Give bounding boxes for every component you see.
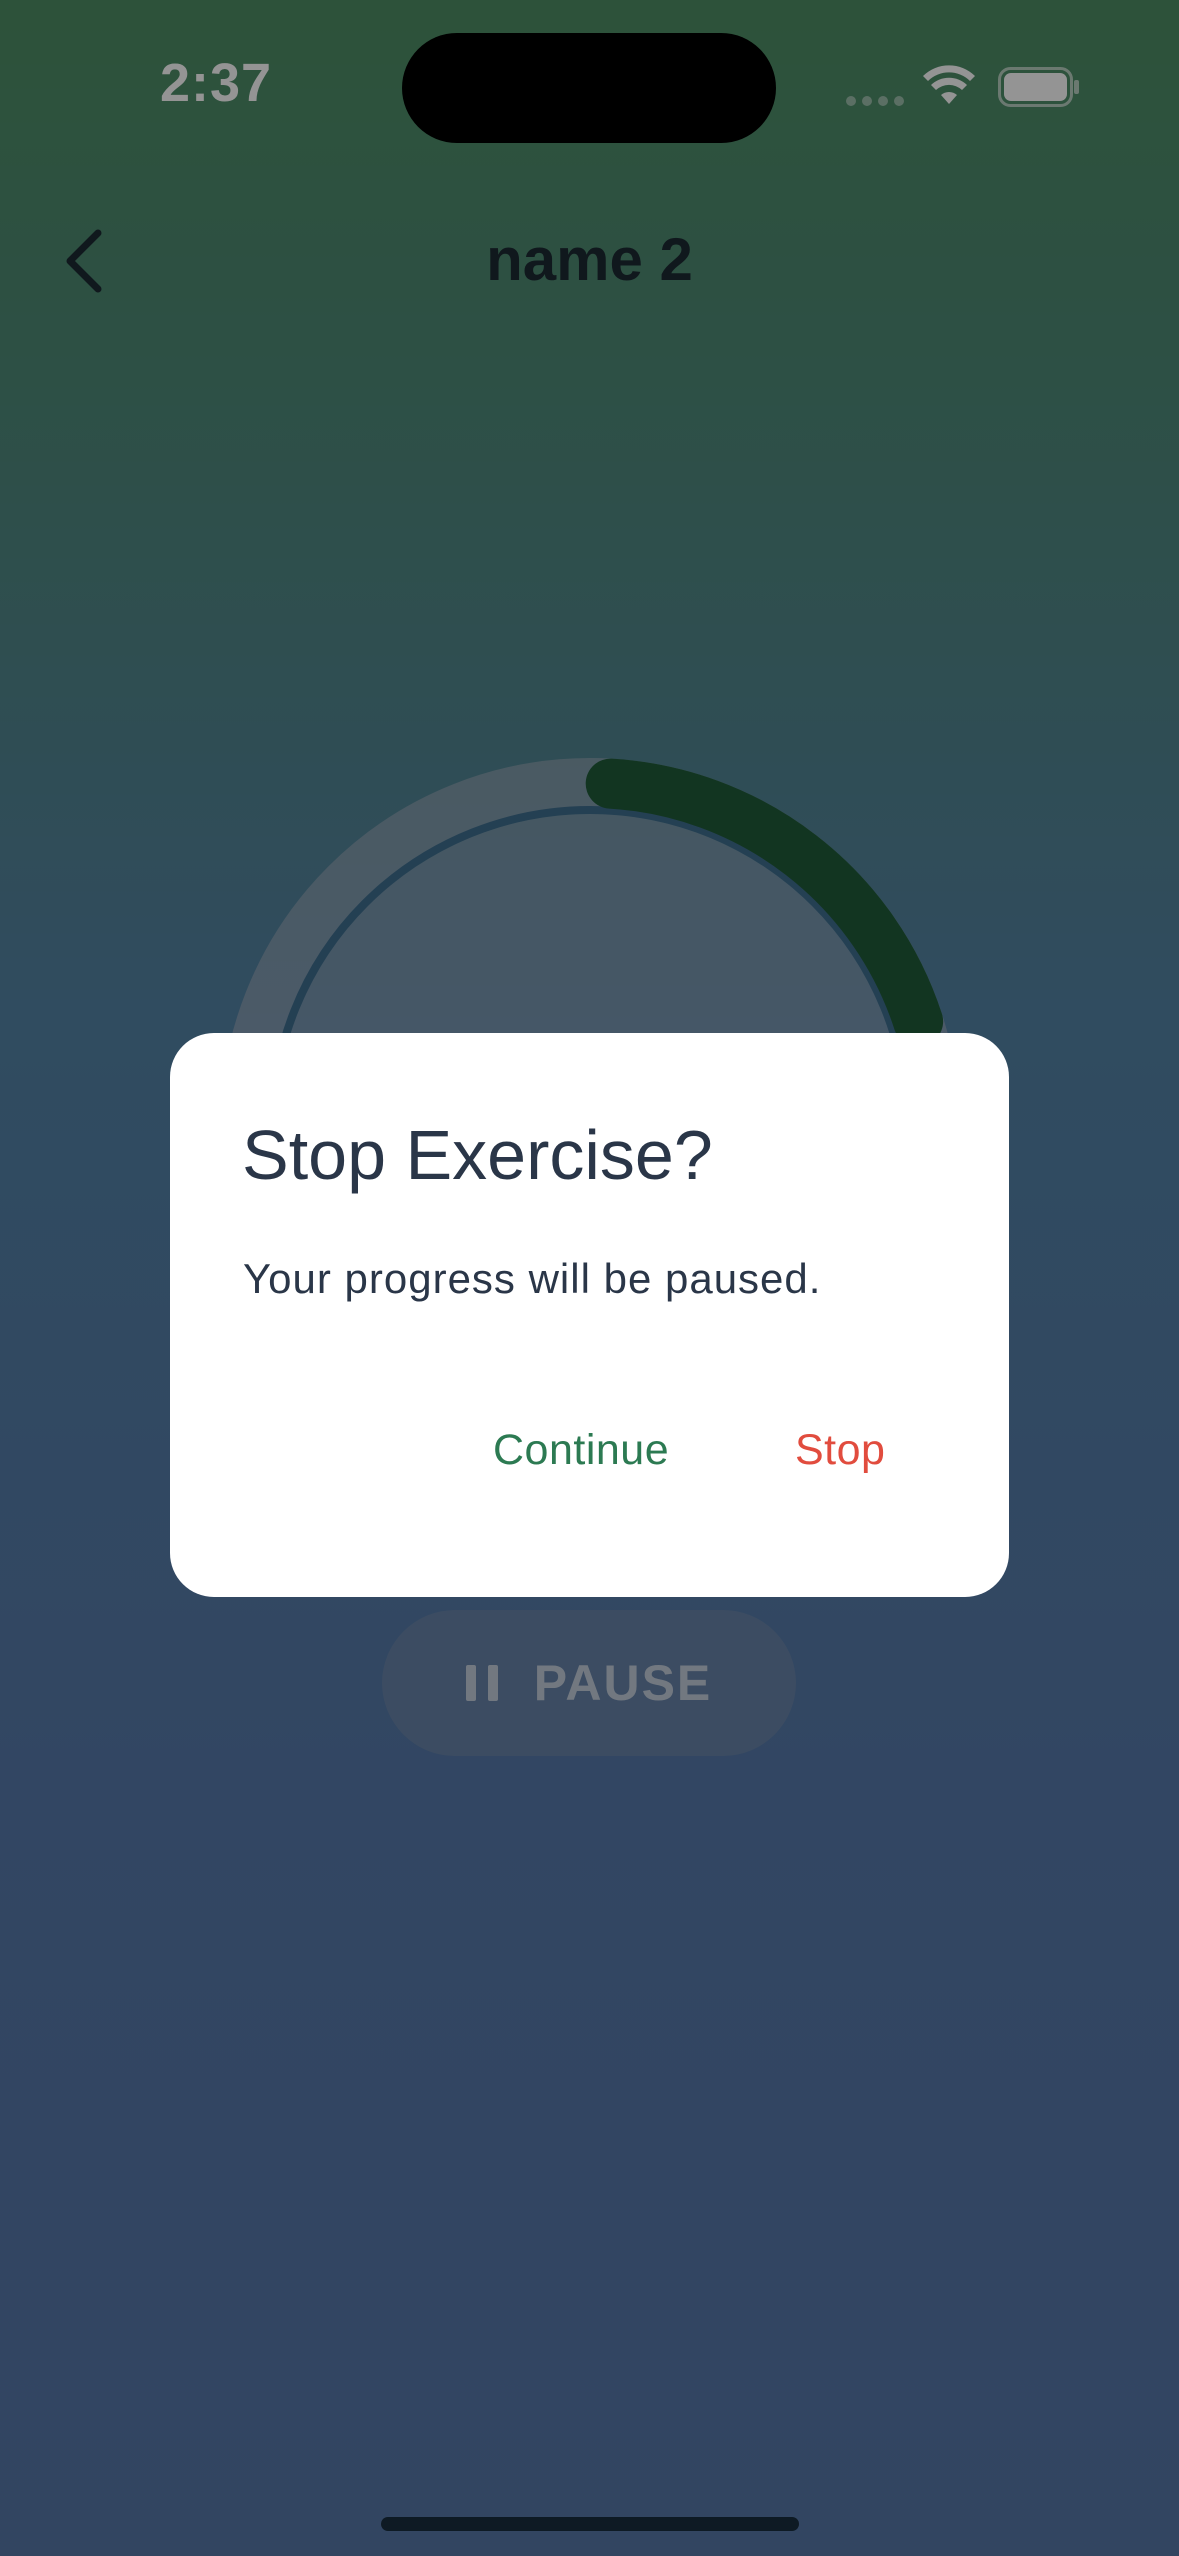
home-indicator [381, 2517, 799, 2531]
dialog-title: Stop Exercise? [242, 1116, 713, 1194]
stop-exercise-dialog: Stop Exercise? Your progress will be pau… [170, 1033, 1009, 1597]
exercise-screen: 2:37 name 2 PAUSE Stop Exercise? Your pr… [0, 0, 1179, 2556]
stop-button[interactable]: Stop [795, 1426, 885, 1475]
dialog-message: Your progress will be paused. [243, 1255, 822, 1302]
continue-button[interactable]: Continue [493, 1426, 669, 1475]
